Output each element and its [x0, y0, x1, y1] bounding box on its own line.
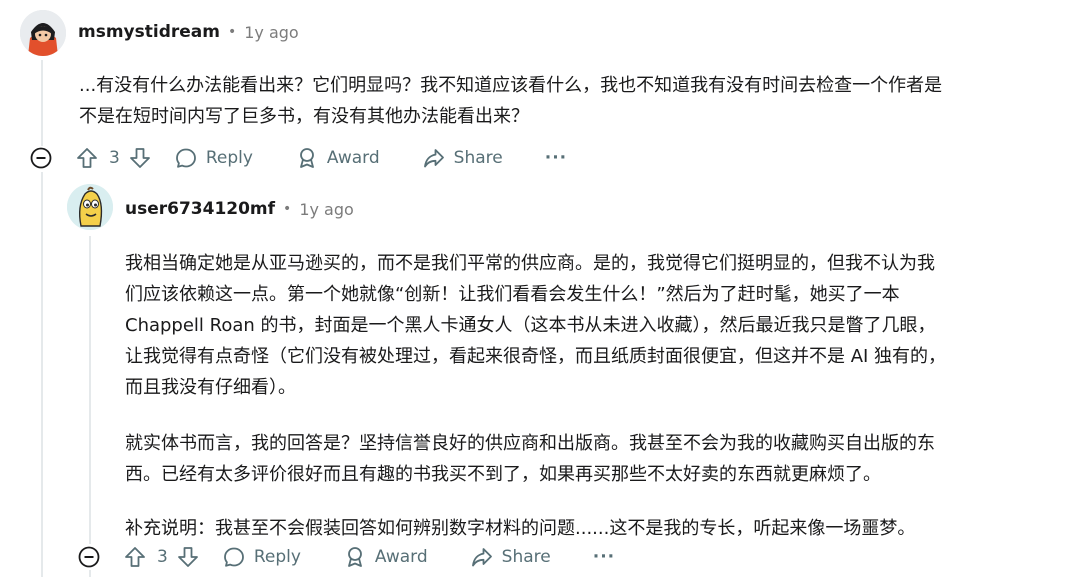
comment-header: user6734120mf • 1y ago: [125, 197, 354, 221]
reply-icon: [175, 148, 196, 168]
username[interactable]: user6734120mf: [125, 199, 275, 219]
comment-line: 不是在短时间内写了巨多书，有没有其他办法能看出来？: [79, 106, 529, 127]
comment-line: 西。已经有太多评价很好而且有趣的书我买不到了，如果再买那些不太好卖的东西就更麻烦…: [125, 464, 881, 485]
share-label: Share: [453, 148, 503, 168]
comment-actions: 3 Reply Award Share ···: [78, 542, 678, 572]
thread-line-1b: [41, 172, 43, 577]
comment-paragraph: 补充说明：我甚至不会假装回答如何辨别数字材料的问题......这不是我的专长，听…: [125, 513, 1070, 544]
comment-line: 我相当确定她是从亚马逊买的，而不是我们平常的供应商。是的，我觉得它们挺明显的，但…: [125, 253, 935, 274]
collapse-button[interactable]: [30, 147, 52, 169]
award-label: Award: [326, 148, 380, 168]
thread-line-1: [41, 60, 43, 146]
avatar[interactable]: [67, 184, 113, 230]
share-icon: [471, 548, 492, 567]
comment-paragraph: 我相当确定她是从亚马逊买的，而不是我们平常的供应商。是的，我觉得它们挺明显的，但…: [125, 248, 1070, 403]
share-button[interactable]: Share: [470, 545, 551, 569]
comment-paragraph: 就实体书而言，我的回答是？坚持信誉良好的供应商和出版商。我甚至不会为我的收藏购买…: [125, 428, 1070, 490]
more-options-button[interactable]: ···: [545, 148, 567, 168]
more-options-button[interactable]: ···: [593, 547, 615, 567]
timestamp[interactable]: 1y ago: [244, 23, 298, 42]
downvote-button[interactable]: [128, 146, 152, 170]
collapse-icon: [30, 147, 52, 169]
reply-icon: [223, 547, 244, 567]
comment-line: 让我觉得有点奇怪（它们没有被处理过，看起来很奇怪，而且纸质封面很便宜，但这并不是…: [125, 346, 947, 367]
more-icon: ···: [592, 547, 616, 567]
vote-count: 3: [157, 547, 168, 567]
vote-count: 3: [109, 148, 120, 168]
avatar-banana-icon: [67, 184, 113, 230]
comment-body: 我相当确定她是从亚马逊买的，而不是我们平常的供应商。是的，我觉得它们挺明显的，但…: [125, 248, 1070, 544]
downvote-button[interactable]: [176, 545, 200, 569]
upvote-icon: [125, 547, 145, 567]
reply-button[interactable]: Reply: [222, 545, 301, 569]
timestamp[interactable]: 1y ago: [299, 200, 353, 219]
share-label: Share: [501, 547, 551, 567]
reply-label: Reply: [205, 148, 253, 168]
separator-dot: •: [283, 201, 292, 217]
downvote-icon: [177, 547, 198, 567]
award-button[interactable]: Award: [343, 545, 428, 569]
comment-line: 就实体书而言，我的回答是？坚持信誉良好的供应商和出版商。我甚至不会为我的收藏购买…: [125, 433, 935, 454]
comment-line: Chappell Roan 的书，封面是一个黑人卡通女人（这本书从未进入收藏），…: [125, 315, 936, 336]
collapse-icon: [78, 546, 100, 568]
comment-line: 而且我没有仔细看）。: [125, 377, 296, 398]
reply-button[interactable]: Reply: [174, 146, 253, 170]
reply-label: Reply: [253, 547, 301, 567]
avatar-red-hair-icon: [20, 10, 66, 56]
award-icon: [300, 148, 314, 168]
collapse-button[interactable]: [78, 546, 100, 568]
award-icon: [348, 547, 362, 567]
award-button[interactable]: Award: [295, 146, 380, 170]
username[interactable]: msmystidream: [78, 22, 220, 42]
upvote-button[interactable]: [75, 146, 99, 170]
comment-header: msmystidream • 1y ago: [78, 20, 299, 44]
comment-actions: 3 Reply Award Share ···: [30, 143, 630, 173]
thread-line-2: [89, 236, 91, 544]
avatar[interactable]: [20, 10, 66, 56]
downvote-icon: [129, 148, 150, 168]
award-label: Award: [374, 547, 428, 567]
separator-dot: •: [227, 24, 237, 40]
share-icon: [423, 149, 444, 168]
more-icon: ···: [544, 148, 568, 168]
comment-line: ...有没有什么办法能看出来？它们明显吗？我不知道应该看什么，我也不知道我有没有…: [79, 75, 943, 96]
comment-body: ...有没有什么办法能看出来？它们明显吗？我不知道应该看什么，我也不知道我有没有…: [79, 70, 1069, 132]
upvote-button[interactable]: [123, 545, 147, 569]
comment-line: 补充说明：我甚至不会假装回答如何辨别数字材料的问题......这不是我的专长，听…: [125, 518, 916, 539]
comment-line: 们应该依赖这一点。第一个她就像“创新！让我们看看会发生什么！”然后为了赶时髦，她…: [125, 284, 900, 305]
upvote-icon: [77, 148, 97, 168]
share-button[interactable]: Share: [422, 146, 503, 170]
